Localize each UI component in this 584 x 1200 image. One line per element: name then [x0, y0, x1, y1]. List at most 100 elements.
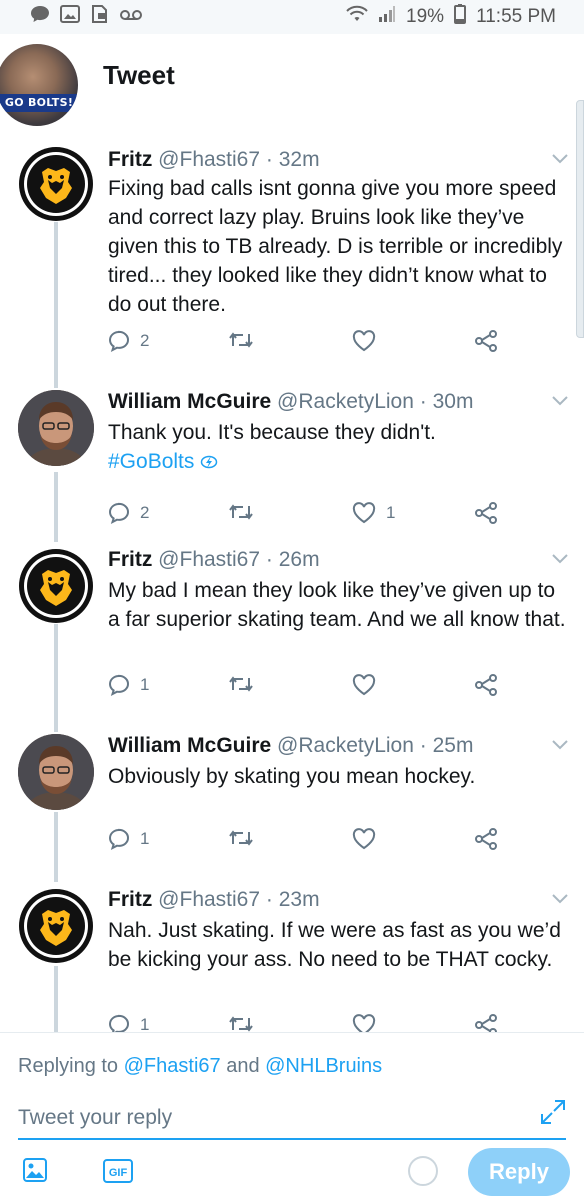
heart-icon	[352, 502, 376, 524]
tweet-time: · 26m	[265, 548, 320, 571]
retweet-action[interactable]	[228, 330, 254, 350]
share-action[interactable]	[474, 502, 498, 524]
signal-icon	[378, 6, 396, 28]
reply-icon	[108, 502, 130, 524]
reply-count: 2	[140, 503, 150, 522]
heart-icon	[352, 330, 376, 352]
reply-count: 1	[140, 1015, 150, 1032]
author-name[interactable]: Fritz	[108, 888, 152, 911]
voicemail-icon	[120, 6, 142, 28]
replying-to: Replying to @Fhasti67 and @NHLBruins	[18, 1055, 382, 1078]
image-icon[interactable]	[22, 1157, 48, 1188]
user-photo-icon	[18, 390, 94, 466]
reply-icon	[108, 330, 130, 352]
tweet-actions: 2	[108, 330, 508, 360]
tweet-time: · 25m	[419, 734, 474, 757]
author-handle[interactable]: @Fhasti67	[158, 888, 260, 911]
battery-icon	[454, 4, 467, 30]
author-handle[interactable]: @RacketyLion	[277, 390, 414, 413]
expand-icon[interactable]	[540, 1099, 566, 1130]
tweet-header: Fritz @Fhasti67 · 23m	[108, 886, 320, 914]
retweet-icon	[229, 332, 253, 348]
tweet-header: Fritz @Fhasti67 · 32m	[108, 146, 320, 174]
bruins-bear-icon	[19, 549, 93, 623]
tweet[interactable]: Fritz @Fhasti67 · 32m Fixing bad calls i…	[0, 146, 584, 384]
share-icon	[475, 1014, 497, 1032]
like-count: 1	[386, 503, 396, 522]
chevron-down-icon[interactable]	[552, 734, 568, 755]
reply-action[interactable]: 1	[108, 828, 149, 850]
reply-count: 1	[140, 675, 150, 694]
like-action[interactable]	[352, 674, 376, 696]
clock: 11:55 PM	[476, 6, 556, 27]
author-name[interactable]: William McGuire	[108, 390, 271, 413]
share-action[interactable]	[474, 330, 498, 352]
user-photo-icon	[18, 734, 94, 810]
tweet-text: Nah. Just skating. If we were as fast as…	[108, 919, 561, 971]
tweet-actions: 1	[108, 828, 508, 858]
retweet-action[interactable]	[228, 502, 254, 522]
mention-link[interactable]: @NHLBruins	[265, 1055, 382, 1077]
avatar[interactable]	[18, 390, 94, 466]
like-action[interactable]	[352, 1014, 376, 1032]
like-action[interactable]	[352, 330, 376, 352]
reply-action[interactable]: 1	[108, 1014, 149, 1032]
share-action[interactable]	[474, 1014, 498, 1032]
reply-icon	[108, 828, 130, 850]
share-icon	[475, 674, 497, 696]
chevron-down-icon[interactable]	[552, 888, 568, 909]
retweet-action[interactable]	[228, 1014, 254, 1032]
page-title: Tweet	[103, 60, 175, 90]
tweet-time: · 30m	[419, 390, 474, 413]
share-action[interactable]	[474, 828, 498, 850]
author-name[interactable]: Fritz	[108, 548, 152, 571]
retweet-action[interactable]	[228, 674, 254, 694]
replying-prefix: Replying to	[18, 1055, 124, 1077]
chevron-down-icon[interactable]	[552, 548, 568, 569]
gif-icon[interactable]: GIF	[102, 1158, 134, 1189]
profile-avatar[interactable]: GO BOLTS!	[0, 42, 80, 128]
heart-icon	[352, 674, 376, 696]
author-handle[interactable]: @RacketyLion	[277, 734, 414, 757]
retweet-action[interactable]	[228, 828, 254, 848]
like-action[interactable]	[352, 828, 376, 850]
tweet[interactable]: William McGuire @RacketyLion · 25m Obvio…	[0, 732, 584, 862]
hashtag-line: #GoBolts	[108, 447, 568, 476]
tweet-text: Fixing bad calls isnt gonna give you mor…	[108, 177, 563, 316]
reply-action[interactable]: 1	[108, 674, 149, 696]
reply-icon	[108, 674, 130, 696]
tweet[interactable]: Fritz @Fhasti67 · 23m Nah. Just skating.…	[0, 886, 584, 1036]
retweet-icon	[229, 1016, 253, 1032]
reply-count: 2	[140, 331, 150, 350]
avatar[interactable]	[18, 734, 94, 810]
author-handle[interactable]: @Fhasti67	[158, 148, 260, 171]
tweet[interactable]: Fritz @Fhasti67 · 26m My bad I mean they…	[0, 546, 584, 726]
reply-action[interactable]: 2	[108, 330, 149, 352]
chevron-down-icon[interactable]	[552, 148, 568, 169]
author-handle[interactable]: @Fhasti67	[158, 548, 260, 571]
tweet[interactable]: William McGuire @RacketyLion · 30m Thank…	[0, 388, 584, 538]
share-action[interactable]	[474, 674, 498, 696]
reply-button[interactable]: Reply	[468, 1148, 570, 1196]
heart-icon	[352, 828, 376, 850]
reply-input[interactable]	[18, 1098, 566, 1140]
avatar[interactable]	[18, 548, 94, 624]
reply-action[interactable]: 2	[108, 502, 149, 524]
hashtag-link[interactable]: #GoBolts	[108, 450, 194, 473]
tweet-header: Fritz @Fhasti67 · 26m	[108, 546, 320, 574]
retweet-icon	[229, 830, 253, 846]
tweet-text: Obviously by skating you mean hockey.	[108, 765, 476, 788]
tweet-header: William McGuire @RacketyLion · 25m	[108, 732, 473, 760]
author-name[interactable]: William McGuire	[108, 734, 271, 757]
author-name[interactable]: Fritz	[108, 148, 152, 171]
tweet-text: Thank you. It's because they didn't. #Go…	[108, 418, 568, 476]
like-action[interactable]: 1	[352, 502, 395, 524]
avatar[interactable]	[18, 146, 94, 222]
tweet-actions: 1	[108, 674, 508, 704]
heart-icon	[352, 1014, 376, 1032]
reply-composer: Replying to @Fhasti67 and @NHLBruins GIF…	[0, 1032, 584, 1200]
retweet-icon	[229, 504, 253, 520]
chevron-down-icon[interactable]	[552, 390, 568, 411]
mention-link[interactable]: @Fhasti67	[124, 1055, 221, 1077]
avatar[interactable]	[18, 888, 94, 964]
